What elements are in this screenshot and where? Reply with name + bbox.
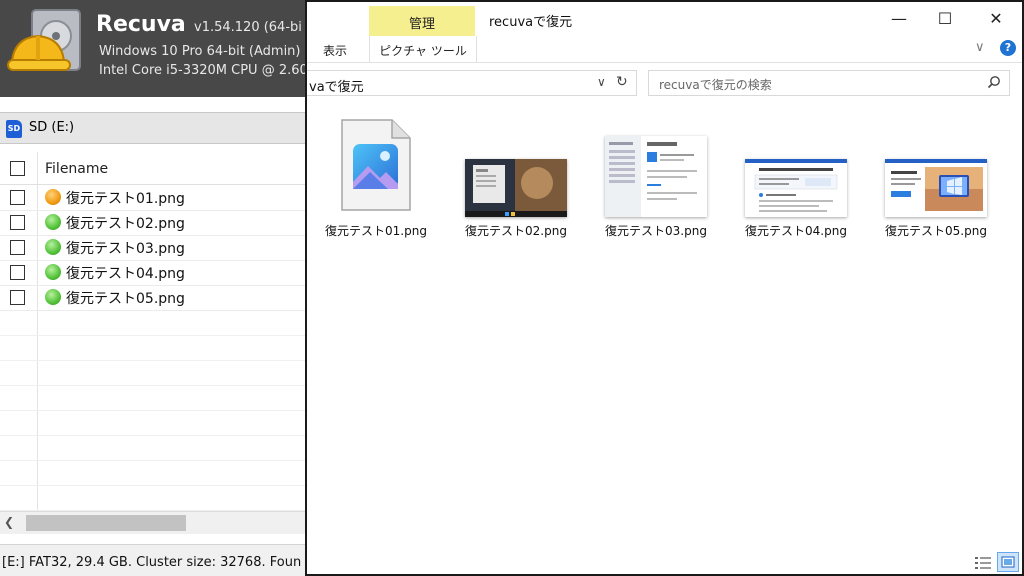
empty-row [0,385,306,411]
file-table: Filename 復元テスト01.png 復元テスト02.png 復元テスト03… [0,152,306,511]
title-bar[interactable]: 管理 recuvaで復元 — ☐ ✕ [307,2,1022,36]
recuva-window: Recuva v1.54.120 (64-bi Windows 10 Pro 6… [0,0,306,576]
empty-row [0,485,306,511]
file-thumbnail [871,114,1001,218]
status-bar: [E:] FAT32, 29.4 GB. Cluster size: 32768… [0,544,306,576]
webpage-screenshot-thumbnail [745,159,847,217]
address-dropdown-chevron-icon[interactable]: ∨ [597,75,606,89]
file-item[interactable]: 復元テスト04.png [731,114,861,254]
address-text: vaで復元 [309,80,364,95]
empty-row [0,460,306,486]
file-item[interactable]: 復元テスト03.png [591,114,721,254]
search-box[interactable]: recuvaで復元の検索 [648,70,1010,96]
filename-column-header[interactable]: Filename [45,161,108,177]
window-title: recuvaで復元 [489,15,573,30]
minimize-button[interactable]: — [876,4,922,34]
state-poor-icon [45,189,61,205]
tab-view[interactable]: 表示 [323,42,347,59]
file-item[interactable]: 復元テスト02.png [451,114,581,254]
maximize-button[interactable]: ☐ [922,4,968,34]
file-item[interactable]: 復元テスト05.png [871,114,1001,254]
row-checkbox[interactable] [10,190,25,205]
row-checkbox[interactable] [10,265,25,280]
explorer-window: 管理 recuvaで復元 — ☐ ✕ 表示 ピクチャ ツール ∨ ? vaで復元… [305,0,1024,576]
state-excellent-icon [45,214,61,230]
recuva-logo-icon [7,9,81,71]
file-name: 復元テスト03.png [605,224,707,238]
row-checkbox[interactable] [10,290,25,305]
file-name: 復元テスト05.png [66,291,185,307]
refresh-icon[interactable]: ↻ [616,74,628,90]
file-name: 復元テスト02.png [66,216,185,232]
large-icons-view-icon[interactable] [997,552,1019,572]
recuva-os-info: Windows 10 Pro 64-bit (Admin) [99,44,301,59]
table-header: Filename [0,152,306,185]
recuva-app-title: Recuva [96,12,186,37]
file-name: 復元テスト05.png [885,224,987,238]
horizontal-scrollbar[interactable]: ❮ [0,511,306,534]
table-row[interactable]: 復元テスト04.png [0,260,306,286]
table-row[interactable]: 復元テスト02.png [0,210,306,236]
row-checkbox[interactable] [10,240,25,255]
tab-picture-tools-label: ピクチャ ツール [379,44,467,58]
drive-label: SD (E:) [29,120,75,135]
state-excellent-icon [45,264,61,280]
empty-row [0,310,306,336]
row-checkbox[interactable] [10,215,25,230]
file-thumbnail [731,114,861,218]
scroll-left-arrow-icon[interactable]: ❮ [4,515,14,529]
file-name: 復元テスト04.png [745,224,847,238]
drive-selector[interactable]: SD SD (E:) [0,112,306,144]
empty-row [0,410,306,436]
search-placeholder: recuvaで復元の検索 [659,78,772,92]
scroll-thumb[interactable] [26,515,186,531]
close-button[interactable]: ✕ [973,4,1019,34]
image-file-icon [341,119,411,211]
recuva-header: Recuva v1.54.120 (64-bi Windows 10 Pro 6… [0,0,306,97]
empty-row [0,335,306,361]
sd-card-icon: SD [6,120,22,138]
file-name: 復元テスト03.png [66,241,185,257]
table-row[interactable]: 復元テスト05.png [0,285,306,311]
desktop-screenshot-thumbnail [465,159,567,217]
empty-row [0,360,306,386]
recuva-cpu-info: Intel Core i5-3320M CPU @ 2.60 [99,63,306,78]
select-all-checkbox[interactable] [10,161,25,176]
manage-tab-label: 管理 [408,17,435,32]
file-thumbnail [311,114,441,218]
details-view-icon[interactable] [974,555,992,571]
file-name: 復元テスト02.png [465,224,567,238]
state-excellent-icon [45,239,61,255]
file-name: 復元テスト04.png [66,266,185,282]
file-thumbnail [451,114,581,218]
address-bar[interactable]: vaで復元 ∨ ↻ [307,70,637,96]
search-icon[interactable] [987,75,1001,89]
manage-context-tab[interactable]: 管理 [369,6,475,36]
file-thumbnail [591,114,721,218]
file-name: 復元テスト01.png [66,191,185,207]
state-excellent-icon [45,289,61,305]
windows11-screenshot-thumbnail [885,159,987,217]
table-row[interactable]: 復元テスト03.png [0,235,306,261]
file-name: 復元テスト01.png [325,224,427,238]
empty-row [0,435,306,461]
help-icon[interactable]: ? [1000,40,1016,56]
tab-picture-tools[interactable]: ピクチャ ツール [369,36,477,62]
status-text: [E:] FAT32, 29.4 GB. Cluster size: 32768… [2,555,302,570]
file-item[interactable]: 復元テスト01.png [311,114,441,254]
ribbon-tabs: 表示 ピクチャ ツール ∨ ? [307,36,1022,63]
table-row[interactable]: 復元テスト01.png [0,185,306,211]
settings-screenshot-thumbnail [605,136,707,217]
expand-ribbon-chevron-icon[interactable]: ∨ [975,40,985,55]
recuva-version: v1.54.120 (64-bi [194,20,302,35]
